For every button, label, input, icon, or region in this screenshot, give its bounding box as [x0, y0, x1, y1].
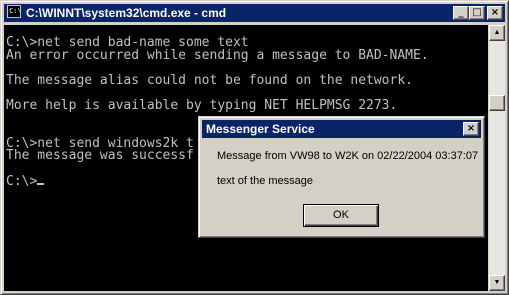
console-line: The message alias could not be found on …	[6, 72, 413, 88]
text-cursor	[37, 182, 45, 185]
dialog-titlebar[interactable]: Messenger Service ×	[202, 120, 481, 138]
console-line: More help is available by typing NET HEL…	[6, 97, 398, 113]
minimize-button[interactable]: _	[453, 6, 469, 20]
cmd-icon[interactable]: C:\	[7, 5, 22, 18]
vertical-scrollbar[interactable]: ▲ ▼	[489, 25, 505, 291]
window-title: C:\WINNT\system32\cmd.exe - cmd	[26, 6, 227, 20]
window-titlebar[interactable]: C:\ C:\WINNT\system32\cmd.exe - cmd _ □ …	[4, 4, 505, 22]
scroll-up-arrow-icon[interactable]: ▲	[489, 25, 505, 41]
messenger-dialog: Messenger Service × Message from VW98 to…	[198, 116, 485, 238]
console-line: The message was successf	[6, 148, 194, 164]
console-line: C:\>	[6, 173, 38, 189]
maximize-button[interactable]: □	[469, 6, 485, 20]
scrollbar-thumb[interactable]	[489, 95, 505, 111]
dialog-close-button[interactable]: ×	[463, 122, 479, 136]
message-header: Message from VW98 to W2K on 02/22/2004 0…	[217, 150, 479, 162]
scroll-down-arrow-icon[interactable]: ▼	[489, 275, 505, 291]
console-line: An error occurred while sending a messag…	[6, 47, 429, 63]
close-button[interactable]: ×	[487, 6, 503, 20]
message-body: text of the message	[217, 175, 313, 187]
ok-button[interactable]: OK	[303, 204, 379, 227]
dialog-title: Messenger Service	[206, 122, 315, 136]
